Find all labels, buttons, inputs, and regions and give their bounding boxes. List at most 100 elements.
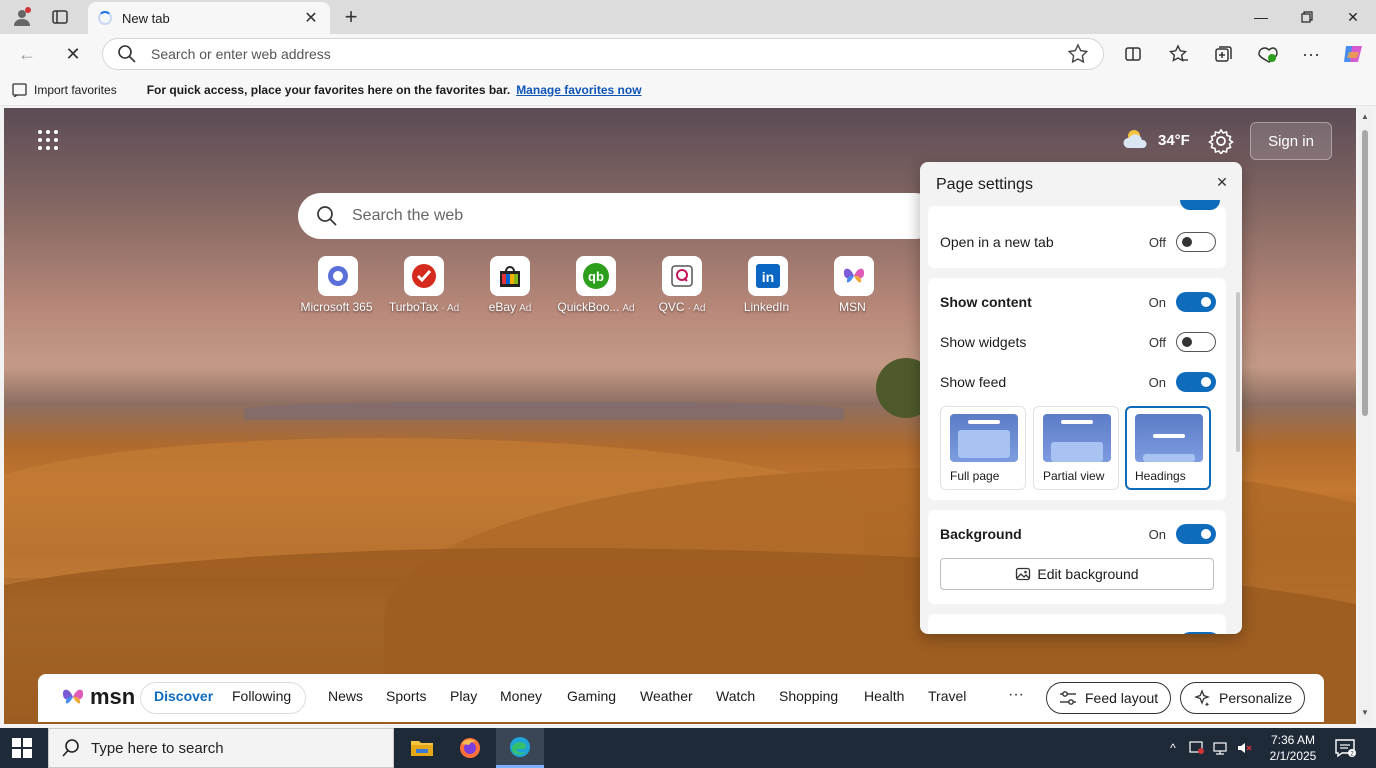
new-tab-button[interactable]: + bbox=[338, 4, 364, 30]
svg-text:qb: qb bbox=[588, 269, 604, 284]
sign-in-button[interactable]: Sign in bbox=[1250, 122, 1332, 160]
feed-layout-button[interactable]: Feed layout bbox=[1046, 682, 1172, 714]
nav-money[interactable]: Money bbox=[500, 688, 542, 704]
network-icon[interactable] bbox=[1212, 740, 1230, 756]
turbotax-icon bbox=[404, 256, 444, 296]
edit-background-button[interactable]: Edit background bbox=[940, 558, 1214, 590]
tab-title: New tab bbox=[122, 10, 170, 26]
quick-link-tile[interactable]: qb QuickBoo... Ad bbox=[556, 256, 636, 322]
windows-taskbar: Type here to search ^ 7:36 AM 2/1/2025 2 bbox=[0, 728, 1376, 768]
page-scrollbar[interactable]: ▲ ▼ bbox=[1358, 108, 1372, 724]
msn-logo[interactable]: msn bbox=[60, 684, 135, 710]
layout-option-full-page[interactable]: Full page bbox=[940, 406, 1026, 490]
sparkle-icon bbox=[1194, 689, 1210, 707]
split-screen-icon[interactable] bbox=[1118, 40, 1148, 68]
msn-logo-text: msn bbox=[90, 684, 136, 709]
clock-date: 2/1/2025 bbox=[1269, 749, 1317, 763]
nav-gaming[interactable]: Gaming bbox=[567, 688, 616, 704]
show-hidden-icons[interactable]: ^ bbox=[1164, 740, 1182, 756]
personalize-button[interactable]: Personalize bbox=[1180, 682, 1306, 714]
layout-option-label: Partial view bbox=[1043, 469, 1105, 483]
quick-link-tile[interactable]: Microsoft 365 bbox=[298, 256, 378, 322]
nav-news[interactable]: News bbox=[328, 688, 363, 704]
partial-view-thumbnail bbox=[1043, 414, 1111, 462]
system-clock[interactable]: 7:36 AM 2/1/2025 bbox=[1262, 732, 1324, 764]
scroll-up-icon[interactable]: ▲ bbox=[1360, 112, 1370, 122]
new-tab-page: 34°F Sign in Search the web Microsoft 36… bbox=[4, 108, 1356, 724]
scroll-down-icon[interactable]: ▼ bbox=[1360, 708, 1370, 718]
page-settings-title: Page settings bbox=[936, 176, 1033, 193]
search-icon bbox=[118, 45, 136, 63]
quick-link-tile[interactable]: TurboTax · Ad bbox=[384, 256, 464, 322]
nav-sports[interactable]: Sports bbox=[386, 688, 426, 704]
more-options-icon[interactable]: ··· bbox=[1296, 40, 1326, 68]
partly-cloudy-icon bbox=[1123, 130, 1147, 148]
nav-shopping[interactable]: Shopping bbox=[779, 688, 838, 704]
quick-link-tile[interactable]: QVC · Ad bbox=[642, 256, 722, 322]
security-icon[interactable] bbox=[1188, 740, 1206, 756]
nav-play[interactable]: Play bbox=[450, 688, 477, 704]
open-new-tab-toggle[interactable] bbox=[1176, 232, 1216, 252]
layout-option-partial-view[interactable]: Partial view bbox=[1033, 406, 1119, 490]
weather-widget[interactable]: 34°F bbox=[1122, 128, 1190, 152]
close-icon[interactable]: ✕ bbox=[1212, 172, 1232, 192]
background-row: Background On bbox=[940, 522, 1216, 546]
manage-favorites-link[interactable]: Manage favorites now bbox=[516, 83, 641, 97]
quick-link-tile[interactable]: in LinkedIn bbox=[728, 256, 808, 322]
file-explorer-icon[interactable] bbox=[398, 728, 446, 768]
show-feed-label: Show feed bbox=[940, 374, 1007, 390]
edge-icon[interactable] bbox=[496, 728, 544, 768]
settings-card-links: Open in a new tab Off bbox=[928, 200, 1226, 268]
quick-link-tile[interactable]: MSN bbox=[814, 256, 894, 322]
notification-center-icon[interactable]: 2 bbox=[1334, 738, 1356, 758]
toggle-partial[interactable] bbox=[1180, 632, 1220, 634]
nav-weather[interactable]: Weather bbox=[640, 688, 693, 704]
nav-following[interactable]: Following bbox=[232, 688, 291, 704]
volume-muted-icon[interactable] bbox=[1236, 740, 1254, 756]
panel-scrollbar[interactable] bbox=[1236, 292, 1240, 452]
firefox-icon[interactable] bbox=[446, 728, 494, 768]
restore-button[interactable] bbox=[1284, 0, 1330, 34]
tab-new-tab[interactable]: New tab ✕ bbox=[88, 2, 330, 34]
quick-link-tile[interactable]: eBay Ad bbox=[470, 256, 550, 322]
app-launcher-icon[interactable] bbox=[36, 128, 60, 152]
layout-option-label: Headings bbox=[1135, 469, 1186, 483]
web-search-box[interactable]: Search the web bbox=[298, 193, 938, 239]
search-icon bbox=[317, 206, 337, 226]
scrollbar-thumb[interactable] bbox=[1362, 130, 1368, 416]
taskbar-search[interactable]: Type here to search bbox=[48, 728, 394, 768]
quick-link-label: LinkedIn bbox=[743, 300, 790, 314]
stop-loading-button[interactable]: ✕ bbox=[58, 40, 88, 68]
favorites-icon[interactable] bbox=[1164, 40, 1194, 68]
tab-actions-icon[interactable] bbox=[46, 4, 74, 30]
close-window-button[interactable]: ✕ bbox=[1330, 0, 1376, 34]
full-page-thumbnail bbox=[950, 414, 1018, 462]
back-button[interactable]: ← bbox=[12, 40, 42, 68]
nav-discover[interactable]: Discover bbox=[154, 688, 213, 704]
collections-icon[interactable] bbox=[1208, 40, 1238, 68]
nav-watch[interactable]: Watch bbox=[716, 688, 755, 704]
quick-link-label: Microsoft 365 bbox=[300, 300, 373, 314]
layout-option-headings[interactable]: Headings bbox=[1125, 406, 1211, 490]
copilot-icon[interactable] bbox=[1338, 40, 1368, 68]
address-bar[interactable]: Search or enter web address bbox=[102, 38, 1104, 70]
more-nav-button[interactable]: ··· bbox=[1008, 686, 1024, 704]
nav-health[interactable]: Health bbox=[864, 688, 904, 704]
windows-start-icon[interactable] bbox=[12, 738, 32, 758]
close-tab-icon[interactable]: ✕ bbox=[302, 8, 320, 28]
background-toggle[interactable] bbox=[1176, 524, 1216, 544]
loading-icon bbox=[98, 11, 112, 25]
nav-travel[interactable]: Travel bbox=[928, 688, 966, 704]
show-feed-toggle[interactable] bbox=[1176, 372, 1216, 392]
profile-icon[interactable] bbox=[8, 4, 36, 30]
import-favorites-button[interactable]: Import favorites bbox=[12, 83, 117, 97]
qvc-icon bbox=[662, 256, 702, 296]
toggle-partial[interactable] bbox=[1180, 200, 1220, 210]
favorite-star-icon[interactable] bbox=[1067, 43, 1089, 65]
quick-link-label: QuickBoo... bbox=[557, 300, 620, 314]
browser-essentials-icon[interactable] bbox=[1252, 40, 1282, 68]
minimize-button[interactable]: — bbox=[1238, 0, 1284, 34]
gear-icon[interactable] bbox=[1208, 128, 1234, 154]
show-widgets-toggle[interactable] bbox=[1176, 332, 1216, 352]
show-content-toggle[interactable] bbox=[1176, 292, 1216, 312]
